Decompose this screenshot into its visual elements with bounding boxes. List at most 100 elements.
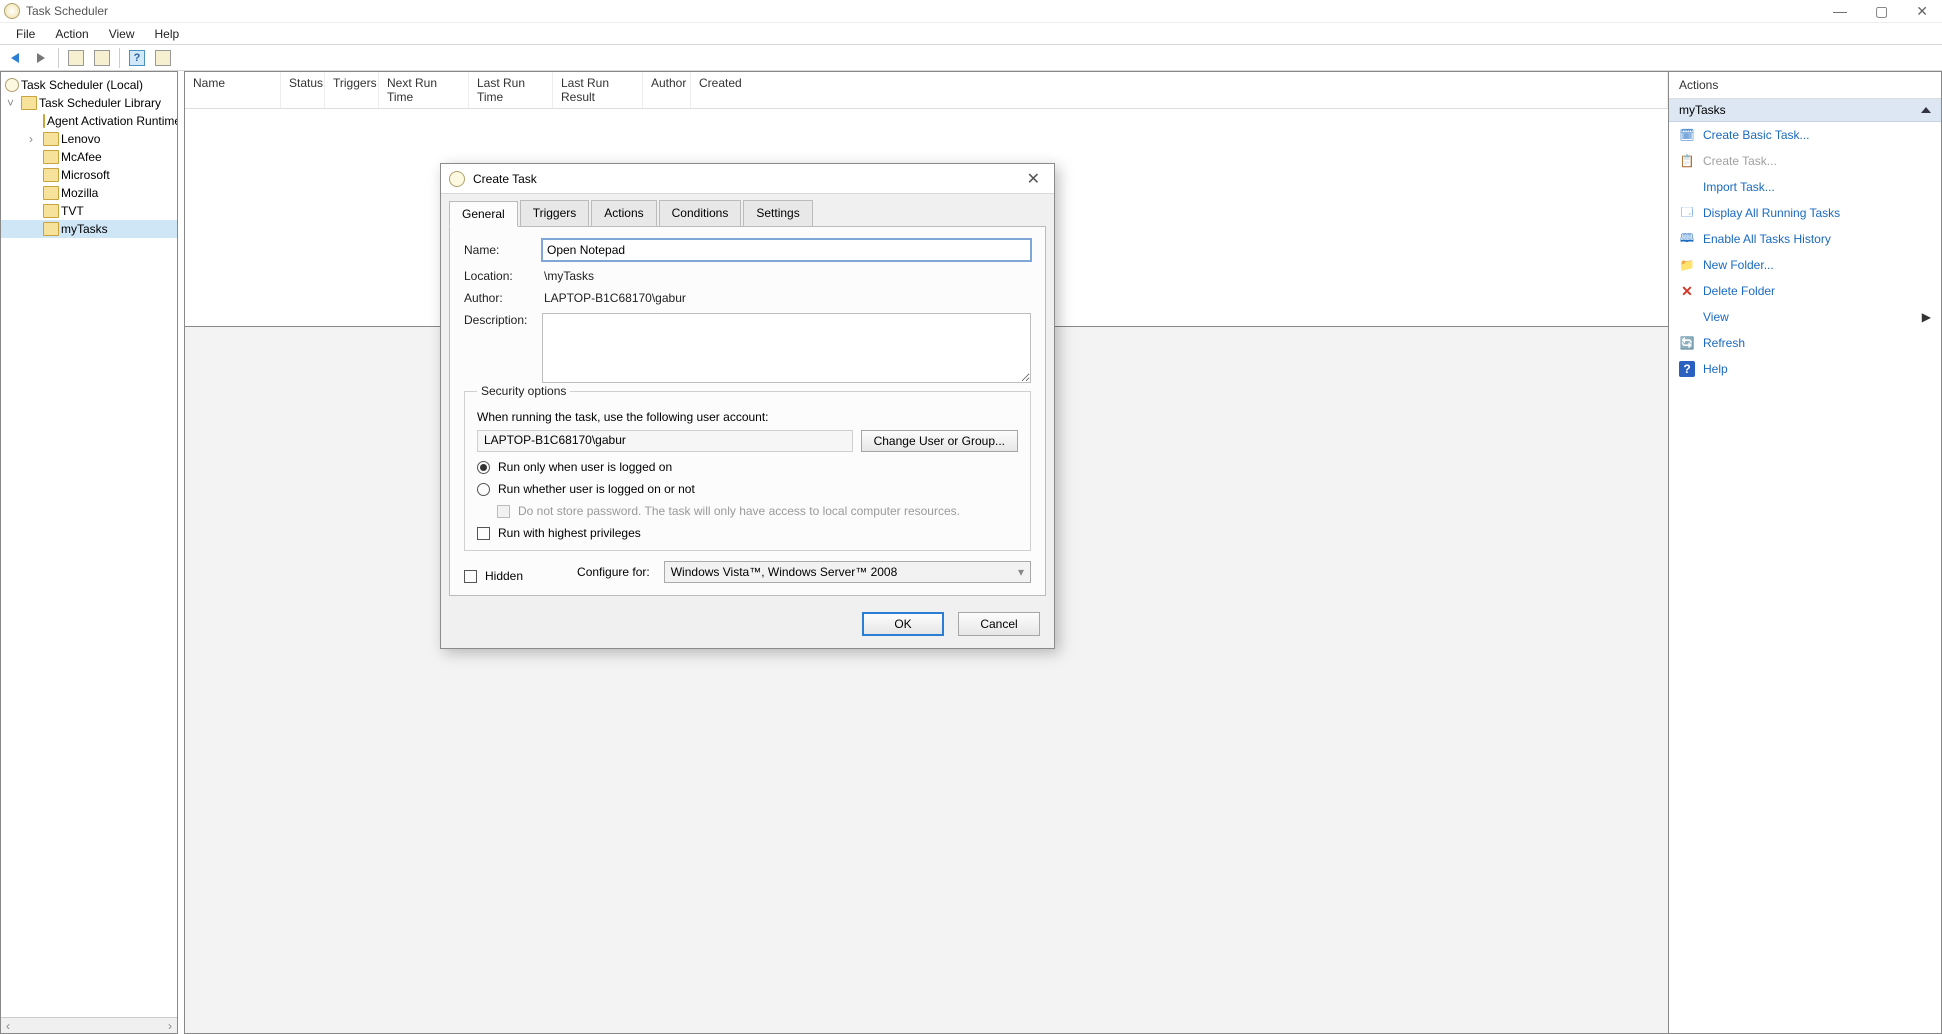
tab-actions[interactable]: Actions (591, 200, 656, 226)
tree-item-label: Lenovo (61, 132, 100, 146)
action-import-task[interactable]: Import Task... (1669, 174, 1941, 200)
action-display-running[interactable]: 🗔Display All Running Tasks (1669, 200, 1941, 226)
run-logged-on-radio[interactable]: Run only when user is logged on (477, 460, 1018, 474)
hidden-label: Hidden (485, 569, 523, 583)
name-input[interactable] (542, 239, 1031, 261)
back-button[interactable] (4, 47, 26, 69)
close-icon[interactable]: ✕ (1916, 3, 1928, 20)
col-status[interactable]: Status (281, 72, 325, 108)
tree-root[interactable]: Task Scheduler (Local) (1, 76, 177, 94)
actions-section-header[interactable]: myTasks (1669, 99, 1941, 122)
tab-settings[interactable]: Settings (743, 200, 812, 226)
toolbar-run-icon[interactable] (91, 47, 113, 69)
col-last-run[interactable]: Last Run Time (469, 72, 553, 108)
minimize-icon[interactable]: — (1833, 3, 1847, 20)
menu-view[interactable]: View (99, 25, 145, 43)
app-icon (4, 3, 20, 19)
chevron-down-icon: ▾ (1018, 565, 1024, 579)
menubar: File Action View Help (0, 23, 1942, 45)
toolbar-folder-icon[interactable] (65, 47, 87, 69)
checkbox-icon (464, 570, 477, 583)
menu-help[interactable]: Help (145, 25, 190, 43)
action-new-folder[interactable]: 📁New Folder... (1669, 252, 1941, 278)
action-label: Import Task... (1703, 180, 1775, 194)
tree-item-tvt[interactable]: TVT (1, 202, 177, 220)
description-input[interactable] (542, 313, 1031, 383)
col-next-run[interactable]: Next Run Time (379, 72, 469, 108)
highest-privileges-checkbox-row[interactable]: Run with highest privileges (477, 526, 1018, 540)
when-running-label: When running the task, use the following… (477, 410, 1018, 424)
action-enable-history[interactable]: 🕮Enable All Tasks History (1669, 226, 1941, 252)
ok-button[interactable]: OK (862, 612, 944, 636)
import-icon (1679, 179, 1695, 195)
col-last-result[interactable]: Last Run Result (553, 72, 643, 108)
change-user-button[interactable]: Change User or Group... (861, 430, 1018, 452)
tree-pane: Task Scheduler (Local) ˅ Task Scheduler … (0, 71, 178, 1034)
tree-root-label: Task Scheduler (Local) (21, 78, 143, 92)
col-name[interactable]: Name (185, 72, 281, 108)
name-label: Name: (464, 243, 532, 257)
wizard-icon: 🗓 (1679, 127, 1695, 143)
action-delete-folder[interactable]: ✕Delete Folder (1669, 278, 1941, 304)
action-label: Create Task... (1703, 154, 1777, 168)
separator (119, 48, 120, 68)
tree-item-label: Mozilla (61, 186, 98, 200)
menu-action[interactable]: Action (45, 25, 98, 43)
hidden-checkbox-row[interactable]: Hidden (464, 569, 523, 583)
tab-general[interactable]: General (449, 201, 518, 227)
task-list-header: Name Status Triggers Next Run Time Last … (185, 72, 1668, 109)
tree-library[interactable]: ˅ Task Scheduler Library (1, 94, 177, 112)
tree-item-label: Microsoft (61, 168, 110, 182)
scroll-right-icon[interactable]: › (163, 1019, 177, 1033)
tab-triggers[interactable]: Triggers (520, 200, 590, 226)
configure-for-label: Configure for: (577, 565, 650, 579)
tree-horizontal-scrollbar[interactable]: ‹ › (1, 1017, 177, 1033)
location-label: Location: (464, 269, 532, 283)
cancel-button[interactable]: Cancel (958, 612, 1040, 636)
window-title: Task Scheduler (26, 4, 108, 18)
col-author[interactable]: Author (643, 72, 691, 108)
tree-item-label: TVT (61, 204, 84, 218)
action-help[interactable]: ?Help (1669, 356, 1941, 382)
action-create-basic-task[interactable]: 🗓Create Basic Task... (1669, 122, 1941, 148)
menu-file[interactable]: File (6, 25, 45, 43)
col-created[interactable]: Created (691, 72, 1668, 108)
no-store-password-label: Do not store password. The task will onl… (518, 504, 960, 518)
arrow-left-icon (11, 53, 19, 63)
action-label: Help (1703, 362, 1728, 376)
dialog-close-button[interactable]: ✕ (1021, 169, 1046, 189)
security-legend: Security options (477, 384, 570, 398)
configure-for-select[interactable]: Windows Vista™, Windows Server™ 2008 ▾ (664, 561, 1031, 583)
tree-item-mozilla[interactable]: Mozilla (1, 184, 177, 202)
dialog-titlebar[interactable]: Create Task ✕ (441, 164, 1054, 194)
forward-button[interactable] (30, 47, 52, 69)
tree-item-agent[interactable]: Agent Activation Runtime (1, 112, 177, 130)
folder-icon (43, 204, 59, 218)
radio-icon (477, 483, 490, 496)
chevron-right-icon[interactable]: › (29, 132, 41, 146)
toolbar-help-icon[interactable] (126, 47, 148, 69)
dialog-app-icon (449, 171, 465, 187)
history-icon: 🕮 (1679, 231, 1695, 247)
toolbar-pane-icon[interactable] (152, 47, 174, 69)
refresh-icon: 🔄 (1679, 335, 1695, 351)
run-whether-radio[interactable]: Run whether user is logged on or not (477, 482, 1018, 496)
titlebar: Task Scheduler — ▢ ✕ (0, 0, 1942, 23)
checkbox-icon (477, 527, 490, 540)
chevron-down-icon[interactable]: ˅ (7, 96, 19, 110)
tree-item-microsoft[interactable]: Microsoft (1, 166, 177, 184)
tree-item-lenovo[interactable]: › Lenovo (1, 130, 177, 148)
tree-item-mytasks[interactable]: myTasks (1, 220, 177, 238)
action-view[interactable]: View▶ (1669, 304, 1941, 330)
delete-icon: ✕ (1679, 283, 1695, 299)
action-refresh[interactable]: 🔄Refresh (1669, 330, 1941, 356)
scroll-left-icon[interactable]: ‹ (1, 1019, 15, 1033)
folder-icon (43, 150, 59, 164)
dialog-title: Create Task (473, 172, 537, 186)
separator (58, 48, 59, 68)
col-triggers[interactable]: Triggers (325, 72, 379, 108)
action-create-task[interactable]: 📋Create Task... (1669, 148, 1941, 174)
maximize-icon[interactable]: ▢ (1875, 3, 1888, 20)
tab-conditions[interactable]: Conditions (659, 200, 742, 226)
tree-item-mcafee[interactable]: McAfee (1, 148, 177, 166)
